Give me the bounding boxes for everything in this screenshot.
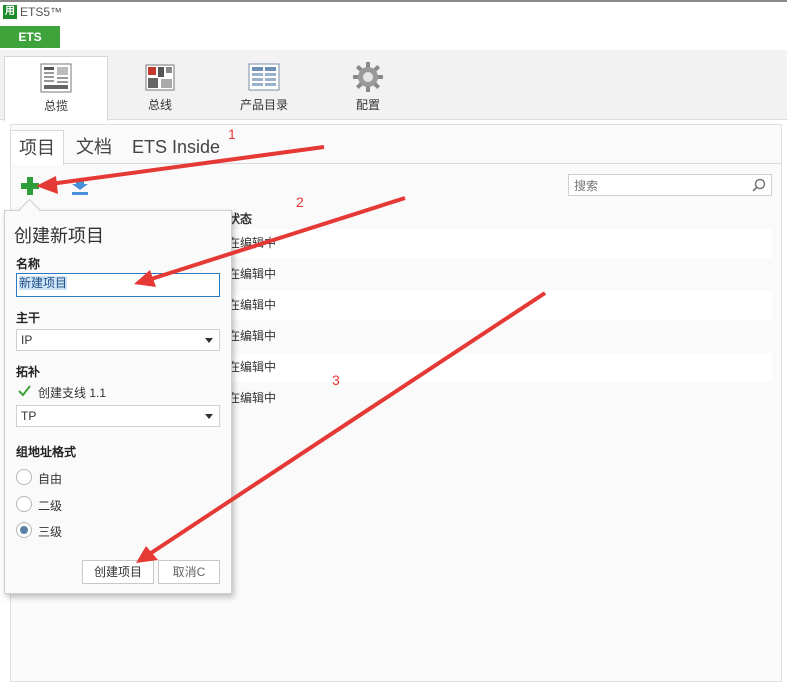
annotation-number-3: 3: [332, 372, 340, 388]
radio-two-level[interactable]: [16, 496, 32, 512]
chevron-down-icon: [205, 338, 213, 343]
backbone-select[interactable]: IP: [16, 329, 220, 351]
tab-projects[interactable]: 项目: [10, 130, 64, 165]
table-row[interactable]: 在编辑中: [225, 322, 772, 351]
download-icon: [72, 179, 88, 195]
table-row[interactable]: 在编辑中: [225, 260, 772, 289]
backbone-label: 主干: [16, 311, 41, 325]
ribbon-settings-button[interactable]: 配置: [316, 56, 420, 120]
settings-gear-icon: [352, 62, 384, 92]
radio-free[interactable]: [16, 469, 32, 485]
ribbon-catalog-label: 产品目录: [239, 98, 288, 112]
project-name-value: 新建项目: [19, 276, 68, 290]
bus-icon: [144, 62, 176, 92]
overview-icon: [40, 63, 72, 93]
cancel-button[interactable]: 取消C: [158, 560, 220, 584]
table-row[interactable]: 在编辑中: [225, 384, 772, 413]
annotation-number-2: 2: [296, 194, 304, 210]
checkmark-icon: [18, 385, 31, 397]
app-logo: 用: [3, 5, 17, 19]
table-row[interactable]: 在编辑中: [225, 353, 772, 382]
app-title: ETS5™: [20, 5, 63, 19]
chevron-down-icon: [205, 414, 213, 419]
tab-documents[interactable]: 文档: [68, 130, 120, 164]
search-icon[interactable]: [752, 178, 766, 192]
ribbon-catalog-button[interactable]: 产品目录: [212, 56, 316, 120]
radio-two-level-label: 二级: [38, 499, 63, 513]
tab-ets-inside[interactable]: ETS Inside: [124, 130, 228, 164]
backbone-value: IP: [21, 333, 33, 347]
plus-icon: [21, 177, 39, 195]
radio-three-level-label: 三级: [38, 525, 63, 539]
topology-select[interactable]: TP: [16, 405, 220, 427]
ribbon-overview-label: 总揽: [43, 99, 68, 113]
search-input[interactable]: [572, 176, 746, 196]
radio-three-level[interactable]: [16, 522, 32, 538]
import-project-button[interactable]: [70, 176, 90, 196]
popup-title: 创建新项目: [14, 226, 104, 246]
ribbon-bus-label: 总线: [147, 98, 172, 112]
ribbon-bus-button[interactable]: 总线: [108, 56, 212, 120]
address-format-label: 组地址格式: [16, 445, 77, 459]
name-label: 名称: [16, 257, 41, 271]
search-box[interactable]: [568, 174, 772, 196]
catalog-icon: [248, 62, 280, 92]
ets-menu-tab[interactable]: ETS: [0, 26, 60, 48]
project-name-input[interactable]: 新建项目: [16, 273, 220, 297]
title-bar: [0, 0, 787, 26]
ribbon-settings-label: 配置: [355, 98, 380, 112]
ribbon-overview-button[interactable]: 总揽: [4, 56, 108, 121]
create-line-checkbox[interactable]: [16, 383, 32, 399]
topology-label: 拓补: [16, 365, 41, 379]
table-row[interactable]: 在编辑中: [225, 291, 772, 320]
radio-free-label: 自由: [38, 472, 63, 486]
add-project-button[interactable]: [20, 176, 40, 196]
create-project-button[interactable]: 创建项目: [82, 560, 154, 584]
annotation-number-1: 1: [228, 126, 236, 142]
table-row[interactable]: 在编辑中: [225, 229, 772, 258]
create-line-label: 创建支线 1.1: [38, 386, 107, 400]
topology-value: TP: [21, 409, 37, 423]
